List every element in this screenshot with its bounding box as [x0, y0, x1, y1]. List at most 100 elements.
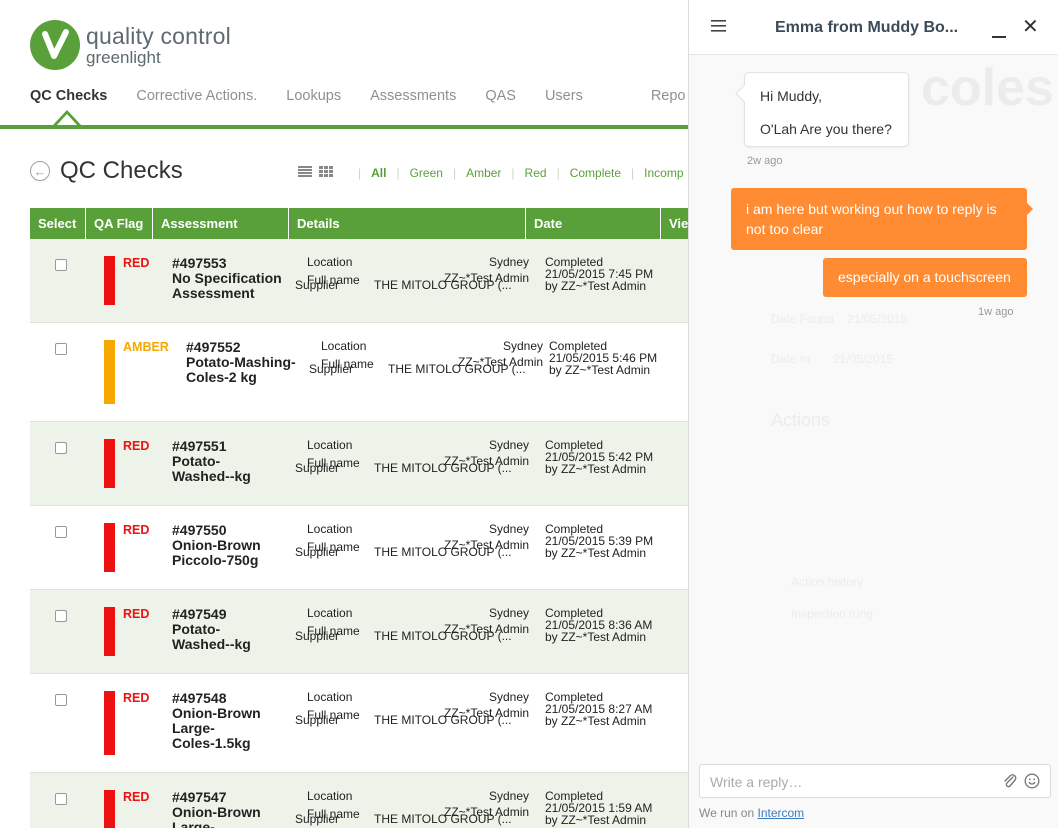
menu-icon[interactable] [711, 20, 726, 32]
flag-bar [104, 340, 115, 404]
table-row[interactable]: RED #497547 Onion-Brown Large- Location Full … [30, 773, 688, 828]
nav-lookups[interactable]: Lookups [286, 88, 341, 104]
detail-label: Supplier [295, 461, 340, 475]
brand-subtitle: greenlight [86, 47, 161, 67]
location-value: Sydney [503, 339, 544, 353]
filter-green[interactable]: Green [410, 166, 443, 180]
table-row[interactable]: RED #497548 Onion-Brown Large- Coles-1.5kg Lo… [30, 674, 688, 773]
powered-by: We run on Intercom [699, 806, 805, 820]
date-cell: Completed 21/05/2015 5:42 PM by ZZ~*Test A… [545, 438, 654, 476]
message-timestamp: 2w ago [747, 155, 783, 167]
location-value: Sydney [489, 606, 530, 620]
row-checkbox[interactable] [55, 259, 67, 271]
table-row[interactable]: RED #497553 No Specification Assessment Loca… [30, 239, 688, 323]
flag-bar [104, 256, 115, 305]
location-value: Sydney [489, 690, 530, 704]
detail-label: Location [307, 438, 353, 452]
reply-input[interactable]: Write a reply… [710, 774, 802, 790]
assessment-title[interactable]: #497550 Onion-Brown Piccolo-750g [172, 523, 261, 568]
reply-composer[interactable]: Write a reply… [699, 764, 1051, 798]
nav-qas[interactable]: QAS [485, 88, 516, 104]
flag-bar [104, 523, 115, 572]
page-title: QC Checks [60, 157, 183, 184]
back-arrow-icon[interactable]: ← [30, 161, 50, 181]
table-body: RED #497553 No Specification Assessment Loca… [30, 239, 688, 828]
date-cell: Completed 21/05/2015 8:27 AM by ZZ~*Test A… [545, 690, 653, 728]
col-qa-flag[interactable]: QA Flag [86, 208, 153, 239]
col-details[interactable]: Details [289, 208, 526, 239]
message-line: O'Lah Are you there? [760, 121, 892, 137]
col-select[interactable]: Select [30, 208, 86, 239]
detail-label: Supplier [295, 713, 340, 727]
filter-all[interactable]: All [371, 166, 386, 180]
col-view[interactable]: Vie [661, 208, 688, 239]
view-toggle [298, 166, 333, 177]
date-cell: Completed 21/05/2015 8:36 AM by ZZ~*Test A… [545, 606, 653, 644]
detail-label: Location [307, 522, 353, 536]
table-row[interactable]: RED #497550 Onion-Brown Piccolo-750g Locatio… [30, 506, 688, 590]
flag-bar [104, 790, 115, 828]
detail-label: Location [307, 690, 353, 704]
list-view-icon[interactable] [298, 166, 312, 177]
flag-bar [104, 691, 115, 755]
outgoing-message: i am here but working out how to reply i… [731, 188, 1033, 250]
row-checkbox[interactable] [55, 610, 67, 622]
nav-assessments[interactable]: Assessments [370, 88, 456, 104]
close-icon[interactable]: ✕ [1022, 17, 1039, 37]
detail-label: Supplier [309, 362, 354, 376]
detail-label: Location [321, 339, 367, 353]
supplier-value: THE MITOLO GROUP (... [374, 461, 512, 475]
detail-label: Location [307, 255, 353, 269]
flag-label: AMBER [123, 340, 169, 354]
assessment-title[interactable]: #497551 Potato- Washed--kg [172, 439, 251, 484]
brand-name: quality control [86, 22, 231, 49]
table-row[interactable]: AMBER #497552 Potato-Mashing- Coles-2 kg Loc… [30, 323, 688, 422]
row-checkbox[interactable] [55, 694, 67, 706]
table-row[interactable]: RED #497549 Potato- Washed--kg Location Full … [30, 590, 688, 674]
nav-users[interactable]: Users [545, 88, 583, 104]
row-checkbox[interactable] [55, 442, 67, 454]
assessment-title[interactable]: #497552 Potato-Mashing- Coles-2 kg [186, 340, 296, 385]
flag-label: RED [123, 790, 150, 804]
message-timestamp: 1w ago [978, 306, 1014, 318]
col-date[interactable]: Date [526, 208, 661, 239]
row-checkbox[interactable] [55, 526, 67, 538]
row-checkbox[interactable] [55, 343, 67, 355]
flag-bar [104, 607, 115, 656]
incoming-message: Hi Muddy, O'Lah Are you there? [744, 72, 909, 147]
nav-underline [0, 125, 688, 129]
filter-complete[interactable]: Complete [570, 166, 621, 180]
brand-logo[interactable]: quality control greenlight [30, 20, 231, 70]
nav-reports[interactable]: Repo [651, 88, 686, 104]
date-cell: Completed 21/05/2015 5:39 PM by ZZ~*Test A… [545, 522, 654, 560]
assessment-title[interactable]: #497549 Potato- Washed--kg [172, 607, 251, 652]
date-cell: Completed 21/05/2015 5:46 PM by ZZ~*Test A… [549, 339, 658, 377]
supplier-value: THE MITOLO GROUP (... [374, 812, 512, 826]
grid-view-icon[interactable] [319, 166, 333, 177]
supplier-value: THE MITOLO GROUP (... [374, 278, 512, 292]
assessment-title[interactable]: #497547 Onion-Brown Large- [172, 790, 261, 828]
main-nav: QC Checks Corrective Actions. Lookups As… [30, 88, 715, 104]
detail-label: Location [307, 606, 353, 620]
supplier-value: THE MITOLO GROUP (... [374, 629, 512, 643]
filter-incomplete[interactable]: Incomp [644, 166, 683, 180]
table-row[interactable]: RED #497551 Potato- Washed--kg Location Full … [30, 422, 688, 506]
filter-amber[interactable]: Amber [466, 166, 501, 180]
supplier-value: THE MITOLO GROUP (... [374, 713, 512, 727]
detail-label: Supplier [295, 545, 340, 559]
detail-label: Location [307, 789, 353, 803]
nav-corrective-actions[interactable]: Corrective Actions. [136, 88, 257, 104]
assessment-title[interactable]: #497548 Onion-Brown Large- Coles-1.5kg [172, 691, 261, 751]
nav-qc-checks[interactable]: QC Checks [30, 88, 107, 104]
intercom-link[interactable]: Intercom [757, 806, 804, 820]
assessment-title[interactable]: #497553 No Specification Assessment [172, 256, 282, 301]
minimize-icon[interactable] [992, 36, 1006, 38]
col-assessment[interactable]: Assessment [153, 208, 289, 239]
supplier-value: THE MITOLO GROUP (... [374, 545, 512, 559]
paperclip-icon[interactable] [1002, 773, 1018, 789]
detail-label: Supplier [295, 812, 340, 826]
row-checkbox[interactable] [55, 793, 67, 805]
filter-red[interactable]: Red [525, 166, 547, 180]
emoji-icon[interactable] [1024, 773, 1040, 789]
date-cell: Completed 21/05/2015 7:45 PM by ZZ~*Test A… [545, 255, 654, 293]
